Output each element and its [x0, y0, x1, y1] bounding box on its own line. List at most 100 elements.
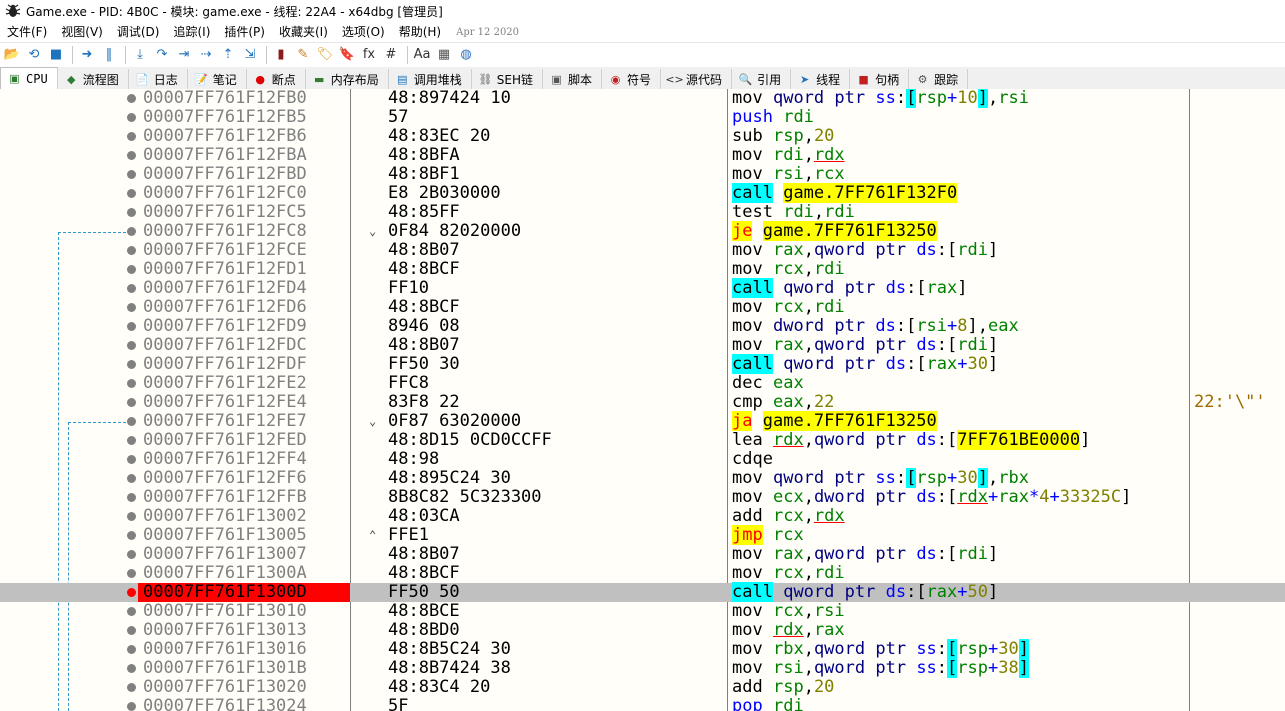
- disasm-row[interactable]: 00007FF761F12FD6 48:8BCF mov rcx,rdi: [0, 298, 1285, 317]
- disasm-row[interactable]: 00007FF761F12FBD 48:8BF1 mov rsi,rcx: [0, 165, 1285, 184]
- patch-icon[interactable]: ▮: [271, 45, 291, 65]
- disasm-row[interactable]: 00007FF761F12FD4 FF10 call qword ptr ds:[r…: [0, 278, 1285, 298]
- breakpoint-dot-icon[interactable]: [127, 607, 136, 616]
- breakpoint-dot-icon[interactable]: [127, 113, 136, 122]
- tab-flowchart[interactable]: ◆ 流程图: [57, 69, 129, 89]
- step-into-icon[interactable]: ⤓: [130, 45, 150, 65]
- disasm-row[interactable]: 00007FF761F12FC0 E8 2B030000 call game.7FF…: [0, 183, 1285, 203]
- breakpoint-dot-icon[interactable]: [127, 683, 136, 692]
- disasm-row[interactable]: 00007FF761F12FE2 FFC8 dec eax: [0, 374, 1285, 393]
- disasm-row[interactable]: 00007FF761F13007 48:8B07 mov rax,qword ptr…: [0, 545, 1285, 564]
- tab-seh-chain[interactable]: ⛓ SEH链: [471, 69, 544, 89]
- menu-view[interactable]: 视图(V): [54, 22, 110, 42]
- tab-log[interactable]: 📄 日志: [128, 69, 188, 89]
- menu-options[interactable]: 选项(O): [335, 22, 392, 42]
- step-over-icon[interactable]: ↷: [152, 45, 172, 65]
- disasm-row[interactable]: 00007FF761F12FCE 48:8B07 mov rax,qword ptr…: [0, 241, 1285, 260]
- disassembly-view[interactable]: 00007FF761F12FB0 48:897424 10 mov qword pt…: [0, 89, 1285, 711]
- breakpoint-dot-icon[interactable]: [127, 417, 136, 426]
- menu-plugins[interactable]: 插件(P): [217, 22, 272, 42]
- tab-threads[interactable]: ➤ 线程: [791, 69, 851, 89]
- breakpoint-dot-icon[interactable]: [127, 531, 136, 540]
- function-icon[interactable]: fx: [359, 45, 379, 65]
- disasm-row[interactable]: 00007FF761F13005 ⌃ FFE1 jmp rcx: [0, 525, 1285, 545]
- tab-symbols[interactable]: ◉ 符号: [602, 69, 662, 89]
- disasm-row[interactable]: 00007FF761F1301B 48:8B7424 38 mov rsi,qwor…: [0, 658, 1285, 678]
- tab-notes[interactable]: 📝 笔记: [187, 69, 247, 89]
- breakpoint-dot-icon[interactable]: [127, 493, 136, 502]
- disasm-row[interactable]: 00007FF761F13010 48:8BCE mov rcx,rsi: [0, 602, 1285, 621]
- disasm-row[interactable]: 00007FF761F12FE4 83F8 22 cmp eax,22 22:'\"': [0, 393, 1285, 412]
- breakpoint-dot-icon[interactable]: [127, 550, 136, 559]
- disasm-row[interactable]: 00007FF761F12FB5 57 push rdi: [0, 108, 1285, 127]
- breakpoint-dot-icon[interactable]: [127, 645, 136, 654]
- breakpoint-dot-icon[interactable]: [127, 360, 136, 369]
- disasm-row[interactable]: 00007FF761F12FE7 ⌄ 0F87 63020000 ja game.7F…: [0, 411, 1285, 431]
- trace-into-icon[interactable]: ⇥: [174, 45, 194, 65]
- breakpoint-dot-icon[interactable]: [127, 588, 136, 597]
- breakpoint-dot-icon[interactable]: [127, 303, 136, 312]
- stop-icon[interactable]: ■: [46, 45, 66, 65]
- disasm-row[interactable]: 00007FF761F12FC5 48:85FF test rdi,rdi: [0, 203, 1285, 222]
- disasm-row[interactable]: 00007FF761F13013 48:8BD0 mov rdx,rax: [0, 621, 1285, 640]
- disasm-row[interactable]: 00007FF761F12FED 48:8D15 0CD0CCFF lea rdx,…: [0, 430, 1285, 450]
- tab-script[interactable]: ▣ 脚本: [543, 69, 603, 89]
- comment-icon[interactable]: ✎: [293, 45, 313, 65]
- label-icon[interactable]: 🏷: [315, 45, 335, 65]
- disasm-row[interactable]: 00007FF761F12FDC 48:8B07 mov rax,qword ptr…: [0, 336, 1285, 355]
- breakpoint-dot-icon[interactable]: [127, 246, 136, 255]
- disasm-row[interactable]: 00007FF761F13002 48:03CA add rcx,rdx: [0, 507, 1285, 526]
- breakpoint-dot-icon[interactable]: [127, 227, 136, 236]
- disasm-row[interactable]: 00007FF761F1300A 48:8BCF mov rcx,rdi: [0, 564, 1285, 583]
- breakpoint-dot-icon[interactable]: [127, 132, 136, 141]
- breakpoint-dot-icon[interactable]: [127, 322, 136, 331]
- disasm-row[interactable]: 00007FF761F12FF4 48:98 cdqe: [0, 450, 1285, 469]
- tab-call-stack[interactable]: ▤ 调用堆栈: [388, 69, 472, 89]
- menu-help[interactable]: 帮助(H): [392, 22, 448, 42]
- disasm-row[interactable]: 00007FF761F12FF6 48:895C24 30 mov qword pt…: [0, 468, 1285, 488]
- breakpoint-dot-icon[interactable]: [127, 94, 136, 103]
- disasm-row[interactable]: 00007FF761F12FB6 48:83EC 20 sub rsp,20: [0, 127, 1285, 146]
- disasm-row[interactable]: 00007FF761F12FFB 8B8C82 5C323300 mov ecx,d…: [0, 488, 1285, 507]
- hash-icon[interactable]: #: [381, 45, 401, 65]
- tab-memory-map[interactable]: ▬ 内存布局: [305, 69, 389, 89]
- font-icon[interactable]: Aa: [412, 45, 432, 65]
- disasm-row[interactable]: 00007FF761F12FBA 48:8BFA mov rdi,rdx: [0, 146, 1285, 165]
- breakpoint-dot-icon[interactable]: [127, 341, 136, 350]
- disasm-row[interactable]: 00007FF761F13016 48:8B5C24 30 mov rbx,qwor…: [0, 639, 1285, 659]
- breakpoint-dot-icon[interactable]: [127, 664, 136, 673]
- menu-debug[interactable]: 调试(D): [110, 22, 167, 42]
- breakpoint-dot-icon[interactable]: [127, 474, 136, 483]
- disasm-row[interactable]: 00007FF761F12FB0 48:897424 10 mov qword pt…: [0, 89, 1285, 108]
- open-icon[interactable]: 📂: [2, 45, 22, 65]
- calculator-icon[interactable]: ▦: [434, 45, 454, 65]
- breakpoint-dot-icon[interactable]: [127, 208, 136, 217]
- menu-trace[interactable]: 追踪(I): [166, 22, 217, 42]
- breakpoint-dot-icon[interactable]: [127, 379, 136, 388]
- breakpoint-dot-icon[interactable]: [127, 398, 136, 407]
- breakpoint-dot-icon[interactable]: [127, 170, 136, 179]
- breakpoint-dot-icon[interactable]: [127, 189, 136, 198]
- disasm-row[interactable]: 00007FF761F12FD9 8946 08 mov dword ptr ds:…: [0, 317, 1285, 336]
- breakpoint-dot-icon[interactable]: [127, 436, 136, 445]
- bookmark-icon[interactable]: 🔖: [337, 45, 357, 65]
- disasm-row[interactable]: 00007FF761F13020 48:83C4 20 add rsp,20: [0, 678, 1285, 697]
- execute-till-return-icon[interactable]: ⇡: [218, 45, 238, 65]
- menu-file[interactable]: 文件(F): [0, 22, 54, 42]
- disasm-row[interactable]: 00007FF761F12FD1 48:8BCF mov rcx,rdi: [0, 260, 1285, 279]
- breakpoint-dot-icon[interactable]: [127, 512, 136, 521]
- breakpoint-dot-icon[interactable]: [127, 626, 136, 635]
- globe-icon[interactable]: ◍: [456, 45, 476, 65]
- breakpoint-dot-icon[interactable]: [127, 151, 136, 160]
- trace-over-icon[interactable]: ⇢: [196, 45, 216, 65]
- run-to-user-code-icon[interactable]: ⇲: [240, 45, 260, 65]
- run-icon[interactable]: ➜: [77, 45, 97, 65]
- tab-handles[interactable]: ■ 句柄: [850, 69, 910, 89]
- tab-cpu[interactable]: ▣ CPU: [0, 67, 58, 89]
- pause-icon[interactable]: ‖: [99, 45, 119, 65]
- tab-breakpoint[interactable]: ● 断点: [246, 69, 306, 89]
- breakpoint-dot-icon[interactable]: [127, 284, 136, 293]
- tab-source-code[interactable]: <> 源代码: [661, 69, 733, 89]
- tab-trace[interactable]: ⚙ 跟踪: [909, 69, 969, 89]
- breakpoint-dot-icon[interactable]: [127, 265, 136, 274]
